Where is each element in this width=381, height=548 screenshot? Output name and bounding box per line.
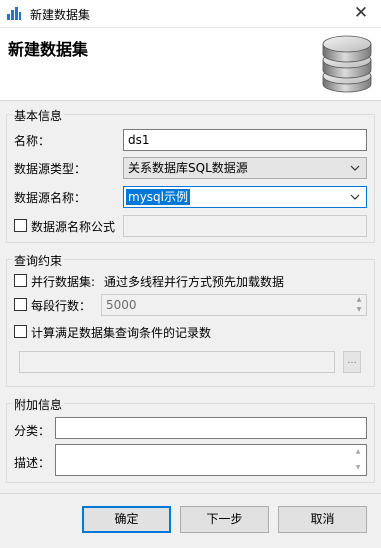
- description-textarea[interactable]: ▲ ▼: [55, 444, 367, 476]
- source-formula-input[interactable]: [123, 215, 367, 237]
- title-bar: 新建数据集 ✕: [0, 0, 381, 28]
- spinner-buttons[interactable]: ▲ ▼: [352, 295, 366, 315]
- count-records-label: 计算满足数据集查询条件的记录数: [31, 326, 212, 340]
- dialog-header: 新建数据集: [0, 28, 381, 101]
- count-condition-input[interactable]: [19, 351, 335, 373]
- source-type-select[interactable]: 关系数据库SQL数据源: [123, 157, 367, 179]
- category-label: 分类：: [14, 424, 51, 438]
- rows-per-segment-spinner[interactable]: 5000 ▲ ▼: [101, 294, 367, 316]
- parallel-dataset-checkbox[interactable]: [14, 274, 27, 287]
- spin-up-icon[interactable]: ▲: [352, 295, 366, 305]
- source-formula-label: 数据源名称公式: [31, 220, 116, 234]
- close-icon[interactable]: ✕: [349, 2, 373, 24]
- source-name-label: 数据源名称：: [14, 191, 87, 205]
- description-scrollbar[interactable]: ▲ ▼: [351, 446, 365, 474]
- cancel-button[interactable]: 取消: [278, 506, 367, 533]
- description-label: 描述：: [14, 456, 51, 470]
- additional-info-title: 附加信息: [12, 396, 65, 413]
- next-button[interactable]: 下一步: [180, 506, 269, 533]
- database-icon: [322, 35, 372, 93]
- query-constraints-title: 查询约束: [12, 252, 65, 269]
- name-label: 名称：: [14, 134, 51, 148]
- spin-down-icon[interactable]: ▼: [352, 305, 366, 315]
- category-input[interactable]: [55, 417, 367, 439]
- bar-chart-icon: [6, 6, 22, 20]
- browse-button[interactable]: ...: [343, 351, 361, 373]
- chevron-down-icon: [349, 158, 361, 178]
- parallel-dataset-description: 通过多线程并行方式预先加载数据: [104, 275, 285, 289]
- ok-button[interactable]: 确定: [82, 506, 171, 533]
- header-title: 新建数据集: [8, 40, 89, 59]
- name-input[interactable]: ds1: [123, 129, 367, 151]
- source-name-combo[interactable]: mysql示例: [123, 186, 367, 208]
- window-title: 新建数据集: [30, 8, 91, 22]
- scroll-down-icon[interactable]: ▼: [351, 462, 365, 474]
- scroll-up-icon[interactable]: ▲: [351, 446, 365, 458]
- footer-divider: [0, 493, 381, 494]
- rows-per-segment-checkbox[interactable]: [14, 298, 27, 311]
- source-type-value: 关系数据库SQL数据源: [128, 161, 248, 175]
- count-records-checkbox[interactable]: [14, 325, 27, 338]
- source-type-label: 数据源类型：: [14, 162, 87, 176]
- parallel-dataset-label: 并行数据集:: [31, 275, 96, 289]
- basic-info-title: 基本信息: [12, 107, 65, 124]
- source-name-selected-text: mysql示例: [126, 189, 190, 205]
- rows-per-segment-value: 5000: [106, 298, 137, 312]
- chevron-down-icon[interactable]: [349, 187, 361, 207]
- rows-per-segment-label: 每段行数：: [31, 299, 92, 313]
- source-formula-checkbox[interactable]: [14, 219, 27, 232]
